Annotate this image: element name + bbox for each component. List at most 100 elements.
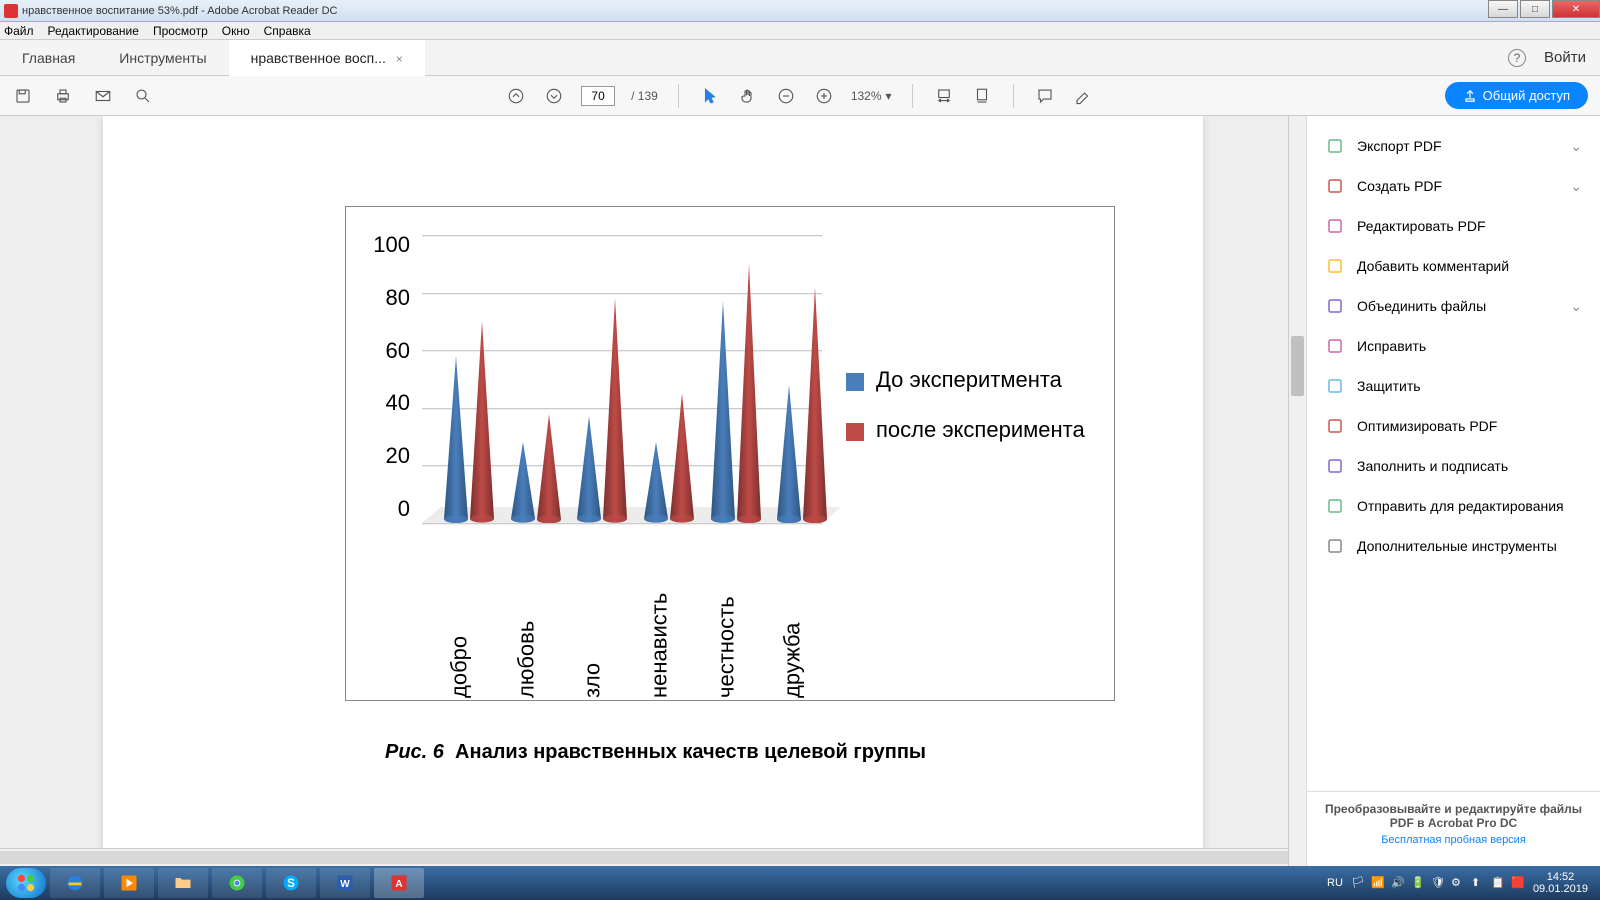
page-number-input[interactable] bbox=[581, 86, 615, 106]
tools-panel-item[interactable]: Объединить файлы ⌄ bbox=[1307, 286, 1600, 326]
tools-panel-item-label: Объединить файлы bbox=[1357, 298, 1486, 314]
tools-panel-item[interactable]: Исправить bbox=[1307, 326, 1600, 366]
vertical-scrollbar-thumb[interactable] bbox=[1291, 336, 1304, 396]
mail-icon[interactable] bbox=[92, 85, 114, 107]
page-canvas: 100806040200 bbox=[103, 116, 1203, 866]
tray-network-icon[interactable]: 📶 bbox=[1371, 876, 1385, 890]
tray-battery-icon[interactable]: 🔋 bbox=[1411, 876, 1425, 890]
zoom-out-icon[interactable] bbox=[775, 85, 797, 107]
tools-panel-item[interactable]: Заполнить и подписать bbox=[1307, 446, 1600, 486]
window-maximize-button[interactable]: □ bbox=[1520, 0, 1550, 18]
select-tool-icon[interactable] bbox=[699, 85, 721, 107]
taskbar-item-skype[interactable]: S bbox=[266, 868, 316, 898]
horizontal-scrollbar[interactable] bbox=[0, 848, 1288, 866]
app-icon bbox=[4, 4, 18, 18]
fit-width-icon[interactable] bbox=[933, 85, 955, 107]
page-total: / 139 bbox=[631, 89, 658, 103]
menu-window[interactable]: Окно bbox=[222, 24, 250, 38]
tools-panel-item-label: Экспорт PDF bbox=[1357, 138, 1442, 154]
hand-tool-icon[interactable] bbox=[737, 85, 759, 107]
comment-icon[interactable] bbox=[1034, 85, 1056, 107]
tools-panel-item[interactable]: Создать PDF ⌄ bbox=[1307, 166, 1600, 206]
vertical-scrollbar[interactable] bbox=[1288, 116, 1306, 866]
fit-page-icon[interactable] bbox=[971, 85, 993, 107]
tools-panel-item[interactable]: Редактировать PDF bbox=[1307, 206, 1600, 246]
save-icon[interactable] bbox=[12, 85, 34, 107]
tools-panel-item-icon bbox=[1325, 136, 1345, 156]
tray-misc4-icon[interactable]: 🟥 bbox=[1511, 876, 1525, 890]
chart-cone bbox=[603, 298, 627, 523]
highlight-icon[interactable] bbox=[1072, 85, 1094, 107]
tab-row: Главная Инструменты нравственное восп...… bbox=[0, 40, 1600, 76]
clock-time: 14:52 bbox=[1533, 871, 1588, 883]
signin-link[interactable]: Войти bbox=[1544, 49, 1586, 66]
tray-misc1-icon[interactable]: ⚙ bbox=[1451, 876, 1465, 890]
share-button[interactable]: Общий доступ bbox=[1445, 82, 1588, 109]
tools-panel: Экспорт PDF ⌄ Создать PDF ⌄ Редактироват… bbox=[1306, 116, 1600, 866]
tab-tools[interactable]: Инструменты bbox=[97, 40, 228, 76]
print-icon[interactable] bbox=[52, 85, 74, 107]
tools-panel-item-icon bbox=[1325, 416, 1345, 436]
start-button[interactable] bbox=[6, 868, 46, 898]
tray-misc3-icon[interactable]: 📋 bbox=[1491, 876, 1505, 890]
page-up-icon[interactable] bbox=[505, 85, 527, 107]
free-trial-link[interactable]: Бесплатная пробная версия bbox=[1321, 834, 1586, 846]
chart-cone bbox=[644, 442, 668, 523]
taskbar-item-word[interactable]: W bbox=[320, 868, 370, 898]
tray-action-center-icon[interactable]: 🏳 bbox=[1351, 876, 1365, 890]
window-close-button[interactable]: ✕ bbox=[1552, 0, 1600, 18]
taskbar-item-ie[interactable] bbox=[50, 868, 100, 898]
chart-frame: 100806040200 bbox=[345, 206, 1115, 701]
chart-x-labels: добролюбовьзлоненавистьчестностьдружба bbox=[426, 533, 826, 698]
tools-panel-item[interactable]: Экспорт PDF ⌄ bbox=[1307, 126, 1600, 166]
svg-text:A: A bbox=[395, 879, 402, 890]
search-icon[interactable] bbox=[132, 85, 154, 107]
menu-view[interactable]: Просмотр bbox=[153, 24, 208, 38]
tray-misc2-icon[interactable]: ⬆ bbox=[1471, 876, 1485, 890]
tools-panel-item-label: Дополнительные инструменты bbox=[1357, 538, 1557, 554]
tools-panel-item-label: Защитить bbox=[1357, 378, 1421, 394]
taskbar-item-acrobat[interactable]: A bbox=[374, 868, 424, 898]
page-down-icon[interactable] bbox=[543, 85, 565, 107]
tools-panel-item[interactable]: Дополнительные инструменты bbox=[1307, 526, 1600, 566]
help-icon[interactable]: ? bbox=[1508, 49, 1526, 67]
tab-close-icon[interactable]: × bbox=[396, 52, 403, 66]
tools-panel-item[interactable]: Защитить bbox=[1307, 366, 1600, 406]
tools-panel-item-icon bbox=[1325, 336, 1345, 356]
tools-panel-item[interactable]: Отправить для редактирования bbox=[1307, 486, 1600, 526]
chart-x-label: добро bbox=[426, 533, 493, 698]
menu-help[interactable]: Справка bbox=[264, 24, 311, 38]
horizontal-scrollbar-thumb[interactable] bbox=[0, 851, 1288, 864]
taskbar-item-chrome[interactable] bbox=[212, 868, 262, 898]
menu-file[interactable]: Файл bbox=[4, 24, 34, 38]
chart-cone bbox=[777, 385, 801, 523]
taskbar-item-media[interactable] bbox=[104, 868, 154, 898]
clock-widget[interactable]: 14:52 09.01.2019 bbox=[1533, 871, 1594, 895]
tools-panel-item-label: Исправить bbox=[1357, 338, 1426, 354]
chevron-down-icon: ⌄ bbox=[1570, 298, 1582, 315]
window-minimize-button[interactable]: — bbox=[1488, 0, 1518, 18]
tools-panel-item-icon bbox=[1325, 176, 1345, 196]
legend-label-before: До эксперитмента bbox=[876, 367, 1062, 393]
language-indicator[interactable]: RU bbox=[1327, 877, 1343, 889]
chevron-down-icon: ⌄ bbox=[1570, 178, 1582, 195]
zoom-in-icon[interactable] bbox=[813, 85, 835, 107]
taskbar-item-explorer[interactable] bbox=[158, 868, 208, 898]
tools-panel-item[interactable]: Добавить комментарий bbox=[1307, 246, 1600, 286]
tab-document-label: нравственное восп... bbox=[251, 50, 386, 66]
share-button-label: Общий доступ bbox=[1483, 88, 1570, 103]
svg-text:S: S bbox=[287, 877, 295, 890]
tray-shield-icon[interactable]: 🛡 bbox=[1431, 876, 1445, 890]
menu-edit[interactable]: Редактирование bbox=[48, 24, 139, 38]
document-viewport[interactable]: 100806040200 bbox=[0, 116, 1306, 866]
chart-x-label: любовь bbox=[493, 533, 560, 698]
tools-panel-item-icon bbox=[1325, 256, 1345, 276]
chart-legend: До эксперитмента после эксперимента bbox=[846, 367, 1085, 467]
tools-panel-item[interactable]: Оптимизировать PDF bbox=[1307, 406, 1600, 446]
tools-panel-item-icon bbox=[1325, 536, 1345, 556]
tools-panel-item-icon bbox=[1325, 376, 1345, 396]
tray-sound-icon[interactable]: 🔊 bbox=[1391, 876, 1405, 890]
tab-document[interactable]: нравственное восп... × bbox=[229, 40, 425, 76]
zoom-value[interactable]: 132% ▾ bbox=[851, 89, 892, 103]
tab-home[interactable]: Главная bbox=[0, 40, 97, 76]
